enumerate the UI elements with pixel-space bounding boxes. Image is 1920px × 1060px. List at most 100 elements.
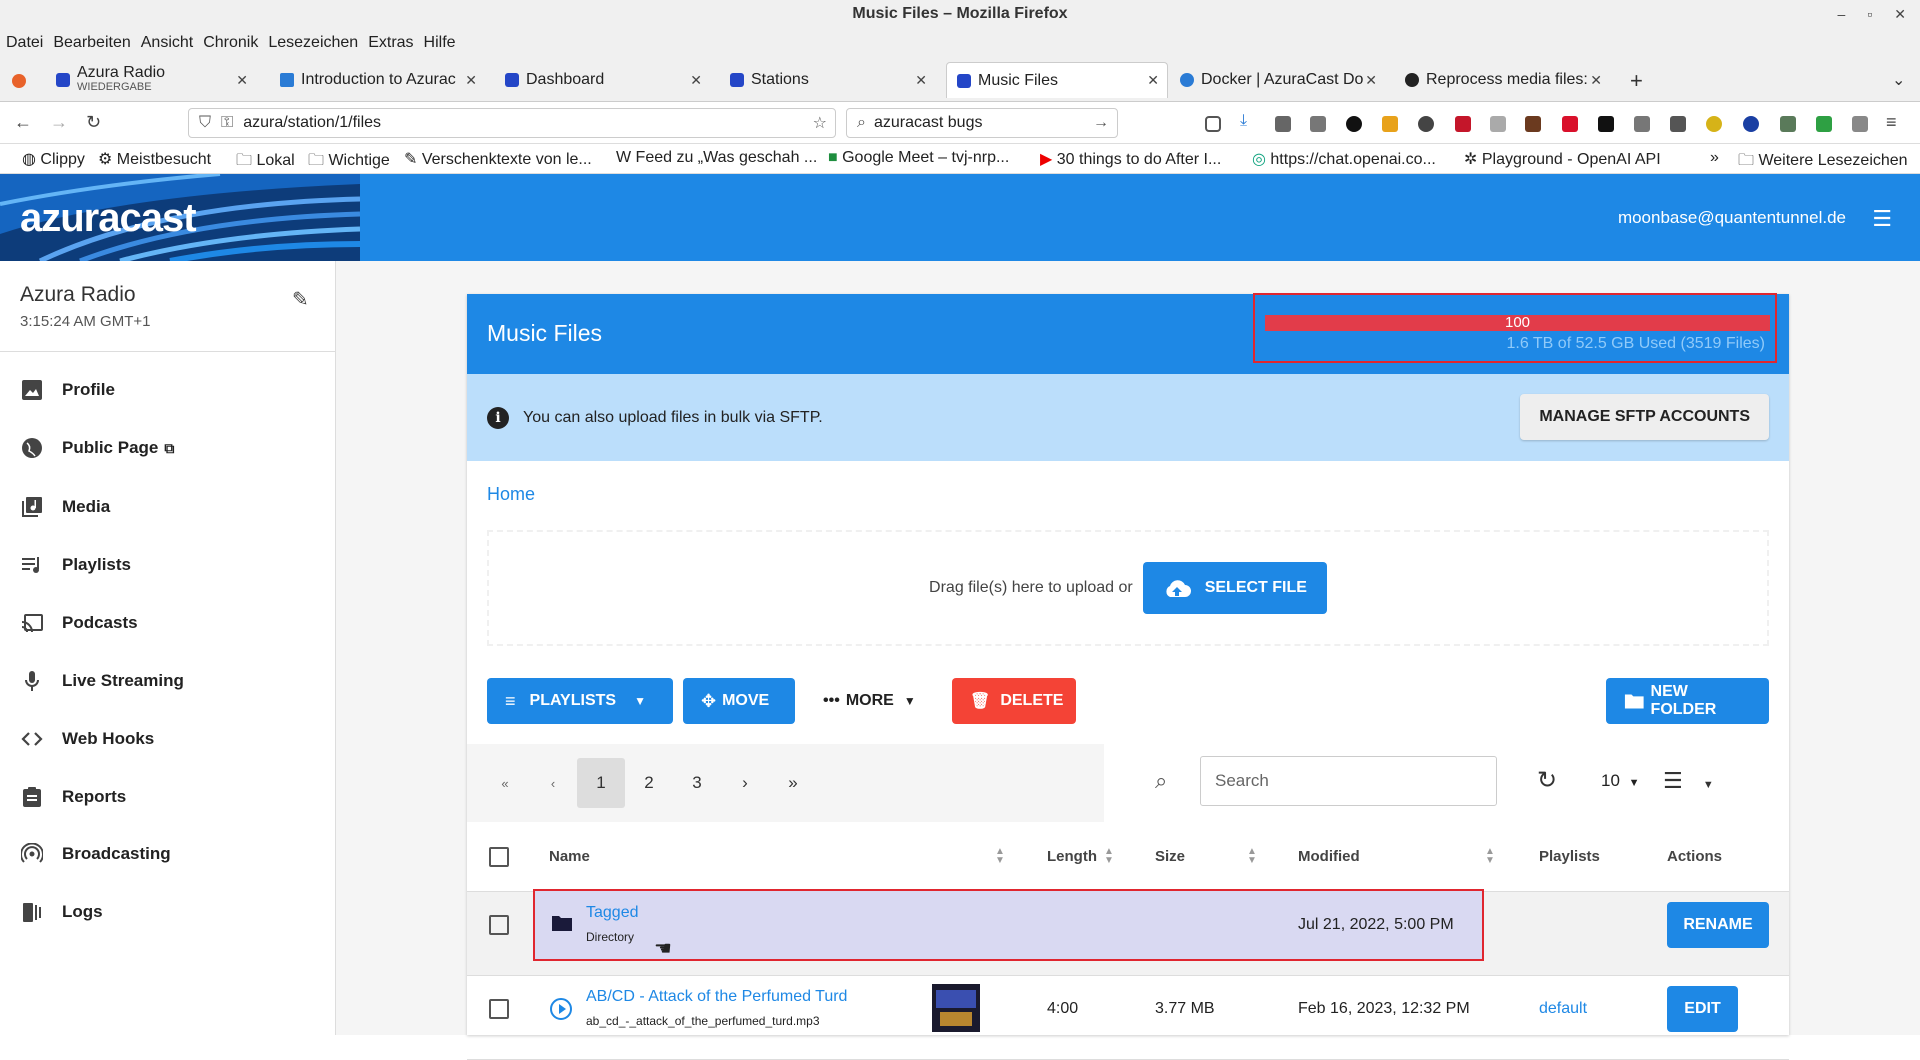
per-page-select[interactable]: 10 ▼: [1601, 771, 1640, 791]
azuracast-logo[interactable]: azuracast: [20, 196, 197, 241]
directory-name-link[interactable]: Tagged: [586, 904, 639, 922]
bookmark-folder-lokal[interactable]: 🗀 Lokal: [236, 149, 295, 176]
ublock-icon[interactable]: [1455, 116, 1471, 132]
last-page-button[interactable]: »: [769, 758, 817, 808]
extension-icon[interactable]: [1780, 116, 1796, 132]
tab-docker[interactable]: Docker | AzuraCast Do ✕: [1170, 62, 1385, 98]
sidebar-item-media[interactable]: Media: [20, 492, 110, 522]
extension-icon[interactable]: [1670, 116, 1686, 132]
extension-icon[interactable]: [1525, 116, 1541, 132]
extension-icon[interactable]: [1743, 116, 1759, 132]
select-file-button[interactable]: SELECT FILE: [1142, 562, 1327, 614]
extension-icon[interactable]: [1816, 116, 1832, 132]
manage-sftp-accounts-button[interactable]: MANAGE SFTP ACCOUNTS: [1520, 394, 1769, 440]
menu-item[interactable]: Lesezeichen: [268, 34, 358, 52]
go-arrow-icon[interactable]: →: [1093, 114, 1109, 132]
bookmark-meistbesucht[interactable]: ⚙ Meistbesucht: [98, 149, 211, 169]
menu-item[interactable]: Extras: [368, 34, 413, 52]
bookmark-folder-weitere[interactable]: 🗀 Weitere Lesezeichen: [1738, 149, 1908, 176]
close-icon[interactable]: ✕: [1147, 72, 1159, 89]
sidebar-item-reports[interactable]: Reports: [20, 782, 126, 812]
search-bar[interactable]: ⌕ azuracast bugs →: [846, 108, 1118, 138]
menu-item[interactable]: Ansicht: [141, 34, 193, 52]
sidebar-item-public-page[interactable]: Public Page ⧉: [20, 433, 174, 463]
sidebar-item-broadcasting[interactable]: Broadcasting: [20, 839, 171, 869]
sidebar-item-profile[interactable]: Profile: [20, 375, 115, 405]
close-icon[interactable]: ✕: [1894, 6, 1906, 23]
url-bar[interactable]: ⛉ ⚿ azura/station/1/files ☆: [188, 108, 836, 138]
move-button[interactable]: ✥ MOVE: [683, 678, 795, 724]
sidebar-item-live-streaming[interactable]: Live Streaming: [20, 666, 184, 696]
bookmark-youtube[interactable]: ▶ 30 things to do After I...: [1040, 149, 1221, 169]
bookmark-star-icon[interactable]: ☆: [813, 113, 827, 133]
bookmark-feed[interactable]: W Feed zu „Was geschah ...: [616, 149, 817, 167]
close-icon[interactable]: ✕: [1365, 72, 1377, 89]
bookmark-chat-openai[interactable]: ◎ https://chat.openai.co...: [1252, 149, 1436, 169]
sidebar-item-logs[interactable]: Logs: [20, 897, 103, 927]
close-icon[interactable]: ✕: [465, 72, 477, 89]
page-3-button[interactable]: 3: [673, 758, 721, 808]
extensions-menu-icon[interactable]: [1852, 116, 1868, 132]
close-icon[interactable]: ✕: [1590, 72, 1602, 89]
sidebar-item-web-hooks[interactable]: Web Hooks: [20, 724, 154, 754]
close-icon[interactable]: ✕: [690, 72, 702, 89]
next-page-button[interactable]: ›: [721, 758, 769, 808]
new-folder-button[interactable]: NEW FOLDER: [1606, 678, 1769, 724]
shield-icon[interactable]: ⛉: [199, 114, 211, 132]
sidebar-item-podcasts[interactable]: Podcasts: [20, 608, 138, 638]
extension-icon[interactable]: [1490, 116, 1506, 132]
filter-menu[interactable]: ☰ ▼: [1663, 768, 1714, 794]
close-icon[interactable]: ✕: [915, 72, 927, 89]
breadcrumb-home[interactable]: Home: [487, 484, 535, 505]
tab-list-icon[interactable]: ⌄: [1892, 70, 1905, 90]
extension-icon[interactable]: [1562, 116, 1578, 132]
page-2-button[interactable]: 2: [625, 758, 673, 808]
menu-item[interactable]: Datei: [6, 34, 43, 52]
user-email[interactable]: moonbase@quantentunnel.de: [1618, 208, 1846, 228]
more-bookmarks-icon[interactable]: »: [1710, 149, 1719, 167]
maximize-icon[interactable]: ▫: [1867, 6, 1872, 22]
sort-icon[interactable]: ▲ ▼: [1247, 847, 1257, 866]
more-dropdown-button[interactable]: ••• MORE ▼: [805, 678, 919, 724]
playlists-dropdown-button[interactable]: ≡ PLAYLISTS ▼: [487, 678, 673, 724]
tab-azura-radio[interactable]: Azura Radio WIEDERGABE ✕: [46, 62, 256, 98]
extension-icon[interactable]: [1598, 116, 1614, 132]
extension-icon[interactable]: [1634, 116, 1650, 132]
edit-button[interactable]: EDIT: [1667, 986, 1738, 1032]
column-name[interactable]: Name: [549, 848, 590, 865]
upload-dropzone[interactable]: Drag file(s) here to upload or SELECT FI…: [487, 530, 1769, 646]
menu-item[interactable]: Hilfe: [424, 34, 456, 52]
delete-button[interactable]: 🗑 DELETE: [952, 678, 1076, 724]
column-modified[interactable]: Modified: [1298, 848, 1360, 865]
row-checkbox[interactable]: [489, 999, 509, 1019]
tab-music-files[interactable]: Music Files ✕: [946, 62, 1168, 98]
sidebar-item-playlists[interactable]: Playlists: [20, 550, 131, 580]
menu-toggle-icon[interactable]: ☰: [1872, 206, 1892, 232]
extension-icon[interactable]: [1346, 116, 1362, 132]
back-icon[interactable]: ←: [14, 112, 32, 133]
edit-pencil-icon[interactable]: ✎: [292, 287, 309, 312]
search-input[interactable]: Search: [1200, 756, 1497, 806]
library-icon[interactable]: [1275, 116, 1291, 132]
page-1-button[interactable]: 1: [577, 758, 625, 808]
bookmark-folder-wichtige[interactable]: 🗀 Wichtige: [308, 149, 390, 176]
pocket-icon[interactable]: [1205, 116, 1221, 132]
sort-icon[interactable]: ▲ ▼: [1104, 847, 1114, 866]
menu-item[interactable]: Bearbeiten: [53, 34, 130, 52]
playlist-link[interactable]: default: [1539, 1000, 1587, 1018]
tab-dashboard[interactable]: Dashboard ✕: [495, 62, 710, 98]
extension-icon[interactable]: [1418, 116, 1434, 132]
prev-page-button[interactable]: ‹: [529, 758, 577, 808]
extension-icon[interactable]: [1382, 116, 1398, 132]
column-size[interactable]: Size: [1155, 848, 1185, 865]
sort-icon[interactable]: ▲ ▼: [995, 847, 1005, 866]
tab-introduction[interactable]: Introduction to Azurac ✕: [270, 62, 485, 98]
select-all-checkbox[interactable]: [489, 847, 509, 867]
bookmark-clippy[interactable]: ◍ Clippy: [22, 149, 85, 169]
rename-button[interactable]: RENAME: [1667, 902, 1769, 948]
hamburger-menu-icon[interactable]: ≡: [1886, 112, 1897, 133]
bookmark-google-meet[interactable]: ■ Google Meet – tvj-nrp...: [828, 149, 1009, 167]
firefox-icon[interactable]: [12, 74, 26, 88]
file-title-link[interactable]: AB/CD - Attack of the Perfumed Turd: [586, 988, 847, 1006]
column-length[interactable]: Length: [1047, 848, 1097, 865]
